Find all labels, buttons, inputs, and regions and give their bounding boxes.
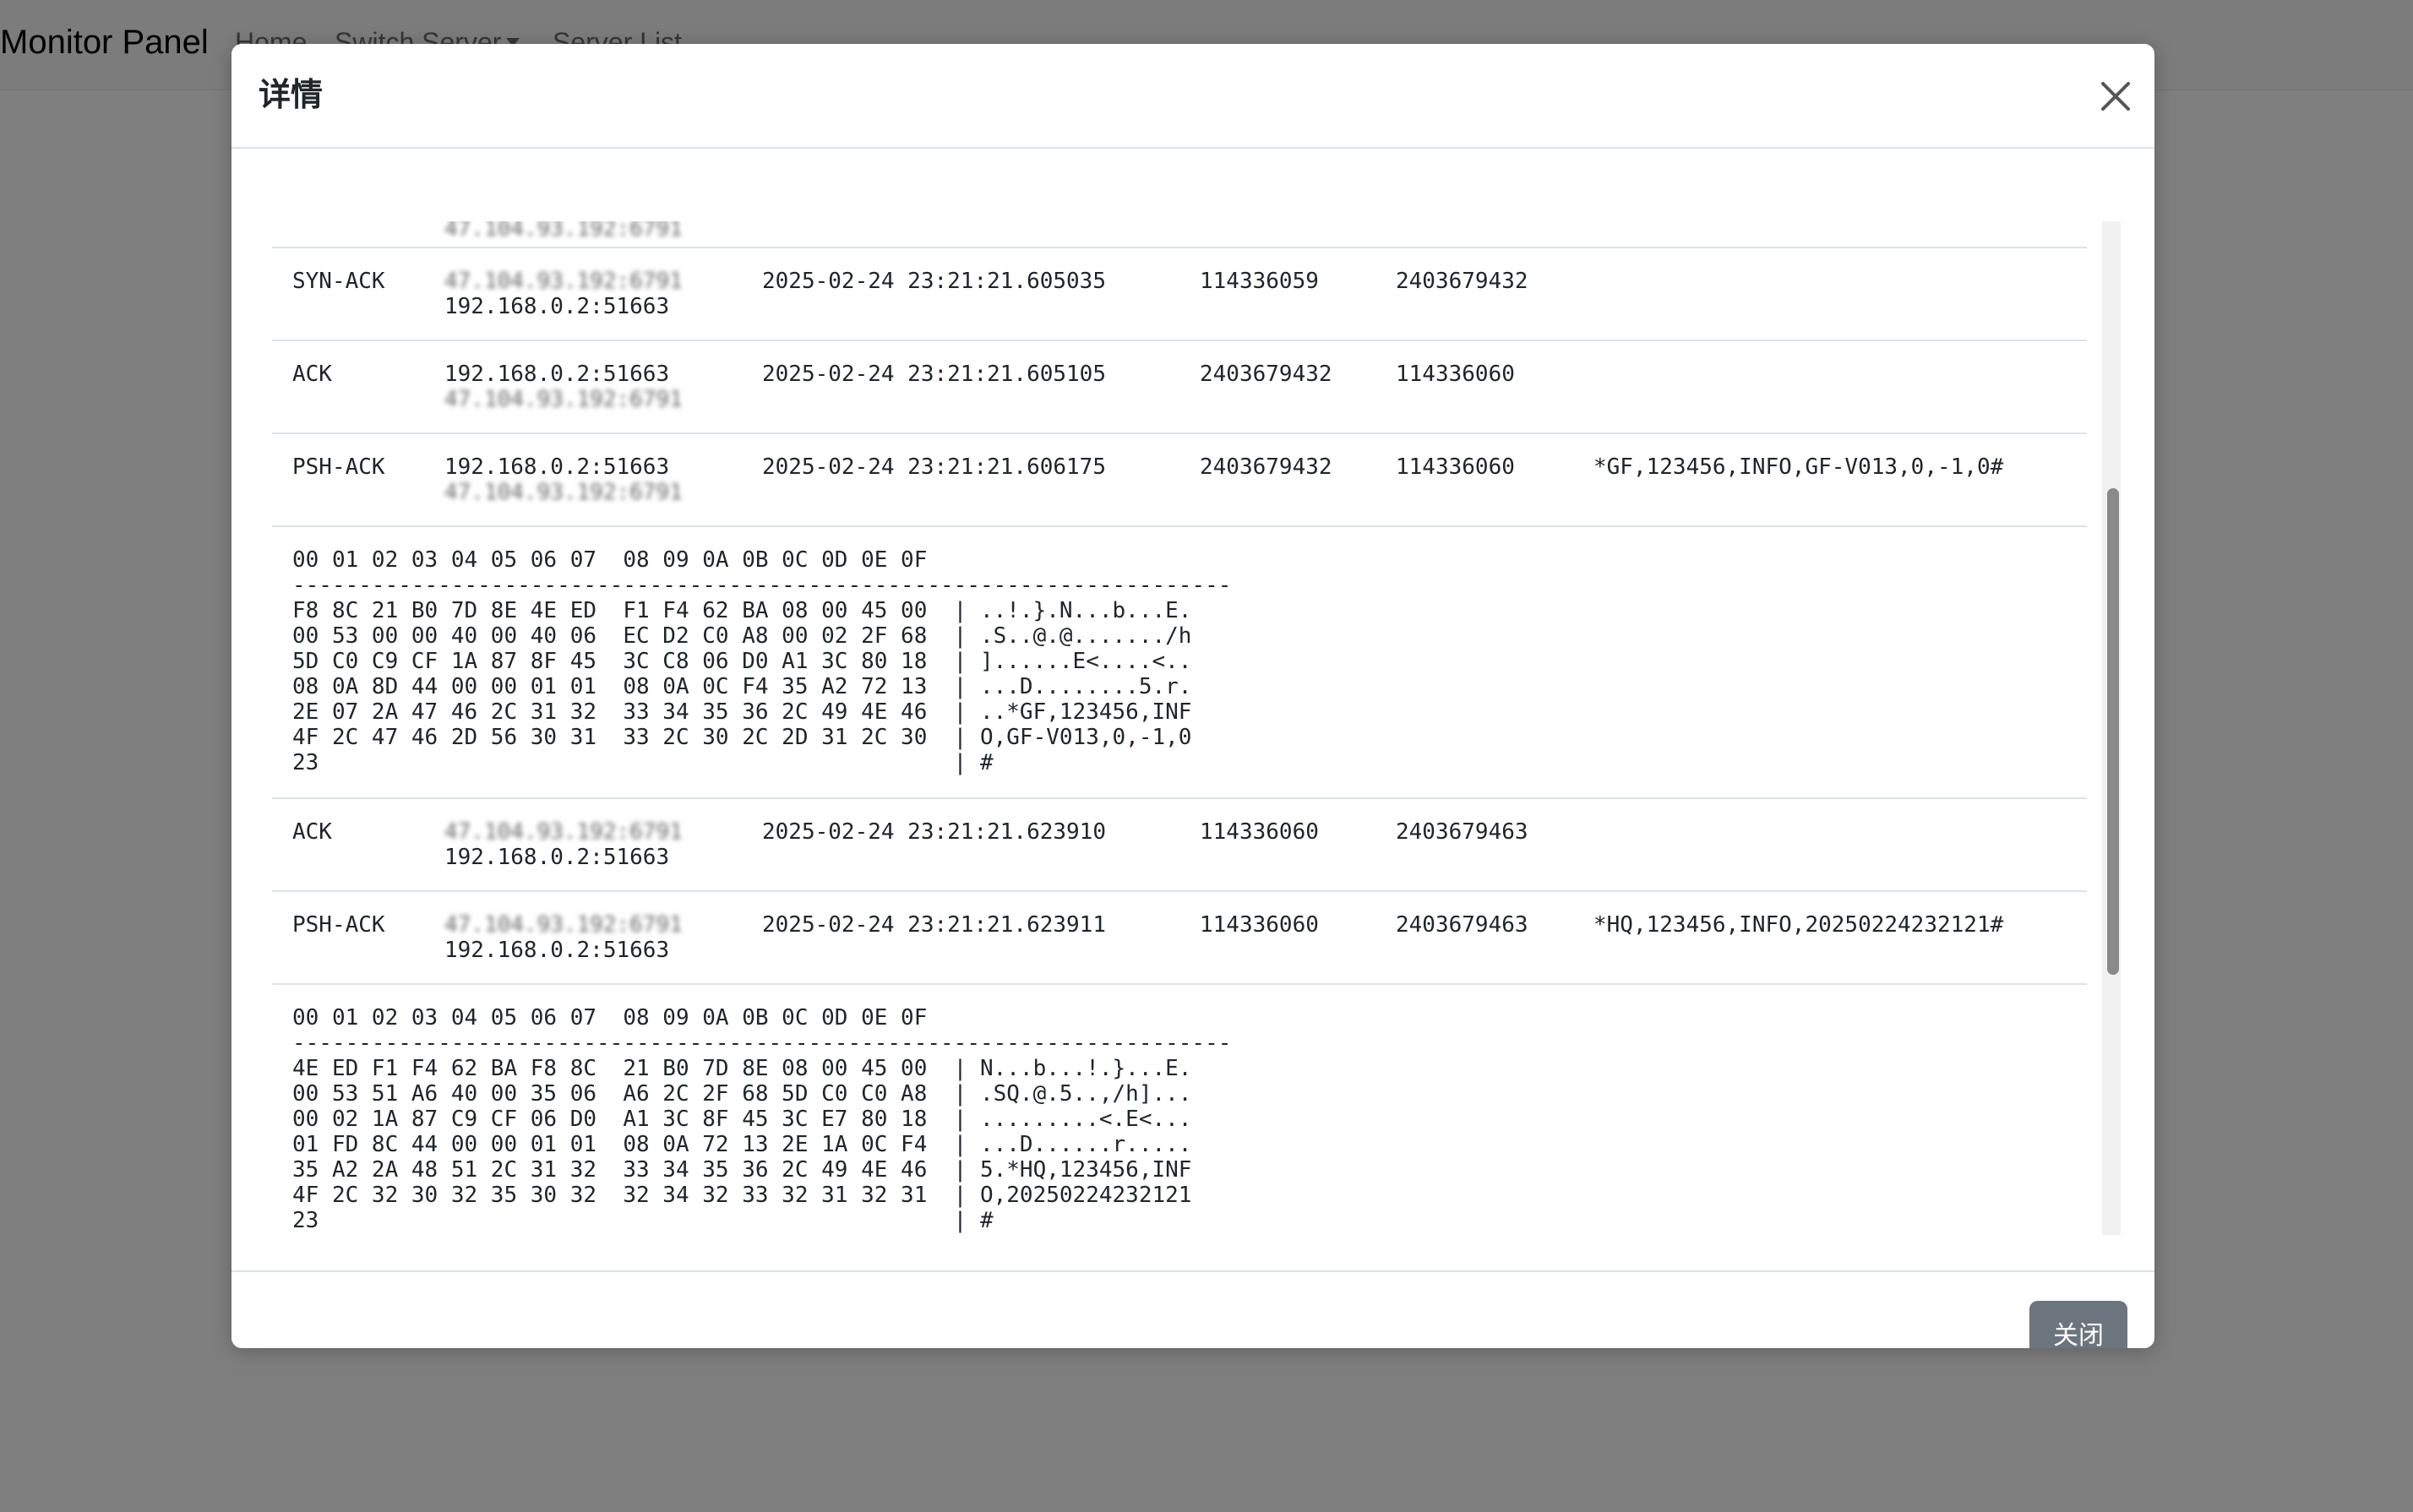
- hex-header: 00 01 02 03 04 05 06 07 08 09 0A 0B 0C 0…: [292, 1005, 928, 1031]
- packet-seq: 114336060: [1200, 912, 1319, 938]
- packet-type: ACK: [292, 362, 332, 387]
- packet-time: 2025-02-24 23:21:21.605105: [762, 362, 1106, 387]
- hex-line: 4F 2C 47 46 2D 56 30 31 33 2C 30 2C 2D 3…: [292, 725, 1192, 750]
- address: 192.168.0.2:51663: [444, 362, 670, 387]
- packet-seq: 2403679432: [1200, 454, 1332, 480]
- table-row: ACK 47.104.93.192:6791 192.168.0.2:51663 …: [272, 799, 2087, 892]
- table-row: SYN-ACK 47.104.93.192:6791 192.168.0.2:51…: [272, 248, 2087, 341]
- packet-seq: 114336059: [1200, 269, 1319, 294]
- hex-line: 00 53 51 A6 40 00 35 06 A6 2C 2F 68 5D C…: [292, 1081, 1192, 1107]
- packet-ack: 114336060: [1396, 362, 1515, 387]
- table-row: 47.104.93.192:6791: [272, 221, 2087, 248]
- packet-addresses: 192.168.0.2:51663 47.104.93.192:6791: [444, 454, 683, 505]
- packet-type: PSH-ACK: [292, 912, 385, 938]
- hex-line: 4F 2C 32 30 32 35 30 32 32 34 32 33 32 3…: [292, 1183, 1192, 1208]
- modal-footer: 关闭: [231, 1270, 2154, 1348]
- masked-address: 47.104.93.192:6791: [444, 269, 683, 294]
- masked-address: 47.104.93.192:6791: [444, 387, 683, 412]
- hex-line: 00 53 00 00 40 00 40 06 EC D2 C0 A8 00 0…: [292, 623, 1192, 649]
- masked-address: 47.104.93.192:6791: [444, 819, 683, 845]
- packet-data: *HQ,123456,INFO,20250224232121#: [1593, 912, 2004, 938]
- hex-line: 2E 07 2A 47 46 2C 31 32 33 34 35 36 2C 4…: [292, 699, 1192, 725]
- details-modal: 详情 47.104.93.192:6791 SYN-ACK 47.104.93.…: [231, 44, 2154, 1348]
- packet-addresses: 47.104.93.192:6791 192.168.0.2:51663: [444, 819, 683, 870]
- modal-header: 详情: [231, 44, 2154, 149]
- packet-addresses: 47.104.93.192:6791 192.168.0.2:51663: [444, 912, 683, 963]
- table-row: PSH-ACK 192.168.0.2:51663 47.104.93.192:6…: [272, 434, 2087, 527]
- hex-line: 35 A2 2A 48 51 2C 31 32 33 34 35 36 2C 4…: [292, 1157, 1192, 1183]
- address: 192.168.0.2:51663: [444, 454, 670, 480]
- packet-ack: 2403679432: [1396, 269, 1528, 294]
- packet-table[interactable]: 47.104.93.192:6791 SYN-ACK 47.104.93.192…: [272, 221, 2087, 1235]
- scrollbar-thumb[interactable]: [2107, 488, 2119, 975]
- address: 192.168.0.2:51663: [444, 938, 670, 963]
- address: 192.168.0.2:51663: [444, 294, 670, 319]
- modal-title: 详情: [259, 78, 324, 113]
- packet-time: 2025-02-24 23:21:21.623911: [762, 912, 1106, 938]
- packet-ack: 2403679463: [1396, 819, 1528, 845]
- masked-address: 47.104.93.192:6791: [444, 221, 683, 242]
- hex-line: 08 0A 8D 44 00 00 01 01 08 0A 0C F4 35 A…: [292, 674, 1192, 699]
- packet-data: *GF,123456,INFO,GF-V013,0,-1,0#: [1593, 454, 2004, 480]
- hex-line: 00 02 1A 87 C9 CF 06 D0 A1 3C 8F 45 3C E…: [292, 1107, 1192, 1132]
- packet-ack: 114336060: [1396, 454, 1515, 480]
- close-icon[interactable]: [2095, 76, 2136, 117]
- modal-body: 47.104.93.192:6791 SYN-ACK 47.104.93.192…: [231, 149, 2154, 1270]
- packet-seq: 2403679432: [1200, 362, 1332, 387]
- hex-header: 00 01 02 03 04 05 06 07 08 09 0A 0B 0C 0…: [292, 547, 928, 573]
- packet-type: SYN-ACK: [292, 269, 385, 294]
- hex-line: 23 | #: [292, 750, 994, 775]
- address: 192.168.0.2:51663: [444, 845, 670, 870]
- hex-dump-row: 00 01 02 03 04 05 06 07 08 09 0A 0B 0C 0…: [272, 985, 2087, 1235]
- packet-addresses: 47.104.93.192:6791 192.168.0.2:51663: [444, 269, 683, 319]
- masked-address: 47.104.93.192:6791: [444, 480, 683, 505]
- close-button[interactable]: 关闭: [2029, 1301, 2127, 1348]
- hex-line: 4E ED F1 F4 62 BA F8 8C 21 B0 7D 8E 08 0…: [292, 1056, 1192, 1081]
- hex-dump: 00 01 02 03 04 05 06 07 08 09 0A 0B 0C 0…: [292, 547, 1231, 775]
- table-row: PSH-ACK 47.104.93.192:6791 192.168.0.2:51…: [272, 892, 2087, 985]
- hex-dump-row: 00 01 02 03 04 05 06 07 08 09 0A 0B 0C 0…: [272, 527, 2087, 799]
- masked-address: 47.104.93.192:6791: [444, 912, 683, 938]
- hex-line: 5D C0 C9 CF 1A 87 8F 45 3C C8 06 D0 A1 3…: [292, 649, 1192, 674]
- hex-dump: 00 01 02 03 04 05 06 07 08 09 0A 0B 0C 0…: [292, 1005, 1231, 1233]
- hex-line: 23 | #: [292, 1208, 994, 1233]
- packet-time: 2025-02-24 23:21:21.623910: [762, 819, 1106, 845]
- packet-type: PSH-ACK: [292, 454, 385, 480]
- hex-line: F8 8C 21 B0 7D 8E 4E ED F1 F4 62 BA 08 0…: [292, 598, 1192, 623]
- packet-time: 2025-02-24 23:21:21.606175: [762, 454, 1106, 480]
- hex-separator: ----------------------------------------…: [292, 573, 1232, 598]
- packet-time: 2025-02-24 23:21:21.605035: [762, 269, 1106, 294]
- hex-separator: ----------------------------------------…: [292, 1031, 1232, 1056]
- packet-type: ACK: [292, 819, 332, 845]
- hex-line: 01 FD 8C 44 00 00 01 01 08 0A 72 13 2E 1…: [292, 1132, 1192, 1157]
- packet-ack: 2403679463: [1396, 912, 1528, 938]
- packet-addresses: 192.168.0.2:51663 47.104.93.192:6791: [444, 362, 683, 412]
- packet-seq: 114336060: [1200, 819, 1319, 845]
- table-row: ACK 192.168.0.2:51663 47.104.93.192:6791 …: [272, 341, 2087, 434]
